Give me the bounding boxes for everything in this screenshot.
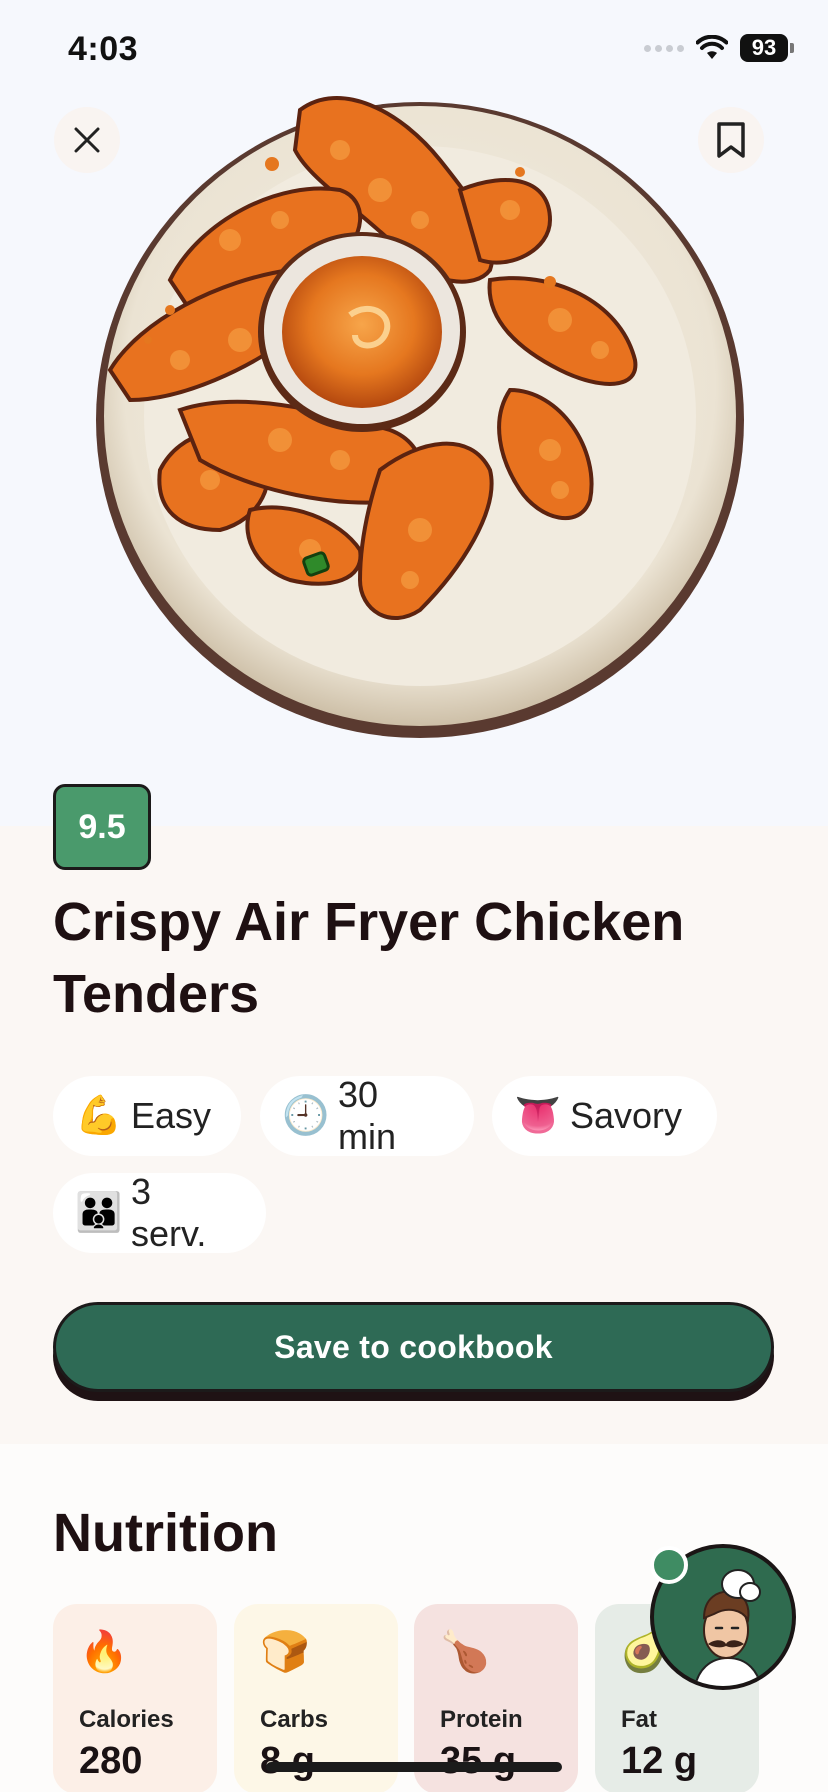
tag-label: Savory bbox=[570, 1095, 683, 1136]
nutrition-label: Carbs bbox=[260, 1706, 329, 1733]
recipe-title: Crispy Air Fryer Chicken Tenders bbox=[53, 892, 685, 1024]
close-button[interactable] bbox=[54, 107, 120, 173]
tag-servings: 👪 3 serv. bbox=[53, 1171, 266, 1254]
nutrition-label: Fat bbox=[621, 1706, 657, 1733]
family-icon: 👪 bbox=[75, 1192, 123, 1234]
bread-icon: 🍞 bbox=[260, 1630, 310, 1674]
tag-label: Easy bbox=[131, 1095, 212, 1136]
battery-icon: 93 bbox=[740, 34, 794, 62]
bookmark-icon bbox=[717, 122, 745, 158]
hero-section bbox=[0, 0, 828, 826]
tag-time: 🕘 30 min bbox=[260, 1074, 474, 1157]
status-time: 4:03 bbox=[68, 30, 139, 68]
clock-icon: 🕘 bbox=[282, 1095, 330, 1137]
online-status-dot bbox=[650, 1546, 688, 1584]
rating-badge: 9.5 bbox=[53, 784, 151, 870]
tag-label: 30 min bbox=[338, 1074, 397, 1157]
status-bar: 4:03 93 bbox=[0, 0, 828, 100]
nutrition-card-calories: 🔥 Calories 280 bbox=[53, 1604, 217, 1792]
flexed-biceps-icon: 💪 bbox=[75, 1095, 123, 1137]
fire-icon: 🔥 bbox=[79, 1630, 129, 1674]
nutrition-value: 12 g bbox=[621, 1740, 698, 1782]
drumstick-icon: 🍗 bbox=[440, 1630, 490, 1674]
battery-level: 93 bbox=[740, 34, 788, 62]
nutrition-label: Protein bbox=[440, 1706, 523, 1733]
wifi-icon bbox=[696, 35, 728, 59]
nutrition-heading: Nutrition bbox=[53, 1503, 278, 1563]
tag-difficulty: 💪 Easy bbox=[53, 1076, 241, 1156]
close-icon bbox=[74, 127, 100, 153]
recipe-info-section: 9.5 Crispy Air Fryer Chicken Tenders 💪 E… bbox=[0, 784, 828, 1444]
tag-label: 3 serv. bbox=[131, 1171, 207, 1254]
cellular-signal-icon bbox=[644, 44, 684, 52]
home-indicator bbox=[266, 1762, 562, 1772]
nutrition-label: Calories bbox=[79, 1706, 174, 1733]
tongue-icon: 👅 bbox=[514, 1095, 562, 1137]
recipe-hero-image bbox=[96, 96, 744, 738]
nutrition-value: 280 bbox=[79, 1740, 143, 1782]
save-to-cookbook-button[interactable]: Save to cookbook bbox=[53, 1302, 774, 1392]
tag-flavor: 👅 Savory bbox=[492, 1076, 717, 1156]
bookmark-button[interactable] bbox=[698, 107, 764, 173]
status-indicators: 93 bbox=[644, 34, 794, 62]
